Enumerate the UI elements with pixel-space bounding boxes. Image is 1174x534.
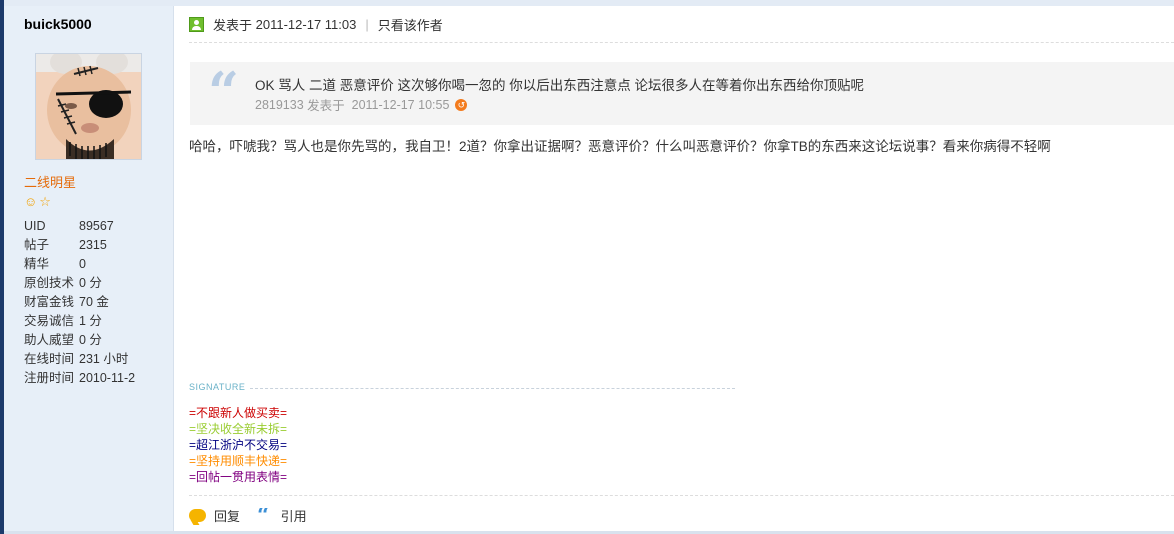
star-icon: ☆ <box>39 194 51 209</box>
stat-value: 2010-11-2 <box>79 371 136 385</box>
signature-line: =坚决收全新未拆= <box>189 422 288 436</box>
stat-label: 注册时间 <box>24 371 75 385</box>
quote-button[interactable]: 引用 <box>281 506 307 525</box>
signature-line: =坚持用顺丰快递= <box>189 454 288 468</box>
quote-post-id: 2819133 <box>255 97 304 112</box>
stat-value[interactable]: 2315 <box>79 236 107 255</box>
stat-value: 70 金 <box>79 295 109 309</box>
stat-row-posts: 帖子 2315 <box>24 236 135 255</box>
avatar[interactable] <box>35 53 142 160</box>
stat-row-digest: 精华 0 <box>24 255 135 274</box>
header-separator: | <box>365 16 369 32</box>
username-link[interactable]: buick5000 <box>24 16 92 32</box>
smiley-icon: ☺ <box>24 194 38 209</box>
signature-label: SIGNATURE <box>189 382 246 392</box>
header-divider <box>189 42 1174 43</box>
post-body: 哈哈，吓唬我？骂人也是你先骂的，我自卫！2道？你拿出证据啊？恶意评价？什么叫恶意… <box>189 139 1051 154</box>
signature-divider <box>250 388 735 389</box>
stat-value: 89567 <box>79 219 114 233</box>
author-sidebar: buick5000 二线明星 ☺ ☆ UID 89567 帖子 2315 精华 0 原… <box>4 6 174 531</box>
post-header: 发表于 2011-12-17 11:03 | 只看该作者 <box>189 15 443 33</box>
online-user-icon <box>189 16 204 32</box>
stat-row-registered: 注册时间 2010-11-2 <box>24 369 135 388</box>
stat-label: 原创技术 <box>24 276 75 290</box>
footer-divider <box>189 495 1174 496</box>
reply-icon[interactable] <box>189 509 206 522</box>
post-content: 发表于 2011-12-17 11:03 | 只看该作者 “ OK 骂人 二道 … <box>175 6 1174 531</box>
quote-mark-icon: “ <box>208 60 240 124</box>
jump-to-post-icon[interactable]: ↺ <box>455 98 468 111</box>
stat-row-tech: 原创技术 0 分 <box>24 274 135 293</box>
avatar-image <box>36 54 141 159</box>
quote-posted-time: 2011-12-17 10:55 <box>351 97 450 112</box>
signature-line: =超江浙沪不交易= <box>189 438 288 452</box>
stat-label: UID <box>24 219 46 233</box>
stat-label: 在线时间 <box>24 352 75 366</box>
signature-line: =不跟新人做买卖= <box>189 406 288 420</box>
stat-row-money: 财富金钱 70 金 <box>24 293 135 312</box>
only-author-link[interactable]: 只看该作者 <box>378 15 443 34</box>
posted-time: 2011-12-17 11:03 <box>255 16 357 32</box>
stat-row-online: 在线时间 231 小时 <box>24 350 135 369</box>
quote-text: OK 骂人 二道 恶意评价 这次够你喝一忽的 你以后出东西注意点 论坛很多人在等… <box>255 78 865 93</box>
quote-posted-label: 发表于 <box>307 99 345 113</box>
stat-value: 231 小时 <box>79 352 129 366</box>
signature: =不跟新人做买卖= =坚决收全新未拆= =超江浙沪不交易= =坚持用顺丰快递= … <box>189 405 287 485</box>
stat-value: 0 分 <box>79 333 102 347</box>
stat-label: 精华 <box>24 257 50 271</box>
stat-row-prestige: 助人威望 0 分 <box>24 331 135 350</box>
rank-icons: ☺ ☆ <box>24 194 51 209</box>
user-stats: UID 89567 帖子 2315 精华 0 原创技术 0 分 财富金钱 70 金 交易诚… <box>24 217 135 388</box>
quote-icon[interactable]: “ <box>257 508 270 524</box>
stat-label: 帖子 <box>24 238 50 252</box>
quote-block: “ OK 骂人 二道 恶意评价 这次够你喝一忽的 你以后出东西注意点 论坛很多人… <box>190 60 1174 125</box>
signature-line: =回帖一贯用表情= <box>189 470 288 484</box>
post-actions: 回复 “ 引用 <box>189 506 307 525</box>
posted-label: 发表于 <box>213 17 253 33</box>
stat-label: 助人威望 <box>24 333 75 347</box>
reply-button[interactable]: 回复 <box>214 506 240 525</box>
quote-meta: 2819133 发表于 2011-12-17 10:55 ↺ <box>255 95 468 114</box>
stat-value: 0 分 <box>79 276 102 290</box>
stat-row-uid: UID 89567 <box>24 217 135 236</box>
stat-label: 交易诚信 <box>24 314 75 328</box>
stat-value: 1 分 <box>79 314 102 328</box>
stat-row-trust: 交易诚信 1 分 <box>24 312 135 331</box>
user-rank: 二线明星 <box>24 175 77 190</box>
stat-label: 财富金钱 <box>24 295 75 309</box>
stat-value: 0 <box>79 257 86 271</box>
